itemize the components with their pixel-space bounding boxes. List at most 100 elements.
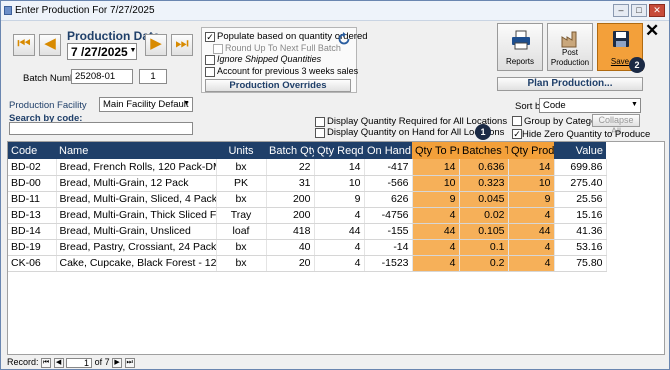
last-record-icon[interactable]: ⏭ [124,357,135,368]
last-day-button[interactable]: ⏭ [171,34,193,56]
first-record-icon[interactable]: ⏮ [41,357,52,368]
populate-checkbox[interactable]: ✓ [205,32,215,42]
display-qty-on-hand-checkbox[interactable] [315,128,325,138]
current-record-field[interactable]: 1 [66,357,93,368]
table-row[interactable]: CK-06Cake, Cupcake, Black Forest - 12 Pa… [8,255,607,272]
cell-value: 41.36 [554,223,607,240]
sort-dropdown-icon[interactable]: ▼ [631,101,638,108]
grid-header-row: Code Name Units Batch Qty Qty Reqd On Ha… [8,142,606,159]
cell-batches-to-produce[interactable]: 0.045 [459,191,509,208]
previous-record-icon[interactable]: ◀ [53,357,64,368]
round-up-checkbox[interactable] [213,44,223,54]
maximize-window-button[interactable]: □ [631,4,647,17]
facility-dropdown-icon[interactable]: ▼ [183,100,190,107]
cell-qty-produced[interactable]: 4 [508,239,555,256]
table-row[interactable]: BD-11 Bread, Multi-Grain, Sliced, 4 Pack b… [8,191,607,208]
column-header-code[interactable]: Code [8,142,56,159]
batch-number-field[interactable]: 25208-01 [71,69,133,84]
cell-batches-to-produce[interactable]: 0.636 [459,159,509,176]
cell-name: Bread, Multi-Grain, Unsliced [56,223,217,240]
cell-qty-produced[interactable]: 4 [508,255,555,272]
cell-qty-to-produce[interactable]: 4 [412,207,460,224]
cell-batches-to-produce[interactable]: 0.323 [459,175,509,192]
next-record-icon[interactable]: ▶ [112,357,123,368]
enter-production-window: Enter Production For 7/27/2025 – □ ✕ ⏮ ◀… [0,0,670,370]
display-qty-required-checkbox[interactable] [315,117,325,127]
close-window-button[interactable]: ✕ [649,4,665,17]
production-label: Production [550,58,590,67]
cell-qty-to-produce[interactable]: 4 [412,255,460,272]
cell-qty-to-produce[interactable]: 9 [412,191,460,208]
column-header-name[interactable]: Name [56,142,216,159]
column-header-value[interactable]: Value [554,142,606,159]
column-header-qty-to-produce[interactable]: Qty To Pr... [412,142,459,159]
cell-batch-qty: 40 [266,239,315,256]
close-icon[interactable]: ✕ [645,21,659,41]
post-production-button[interactable]: Post Production [547,23,593,71]
production-overrides-button[interactable]: Production Overrides [205,79,351,92]
column-header-batches-to-produce[interactable]: Batches T... [459,142,508,159]
table-row[interactable]: BD-00 Bread, Multi-Grain, 12 Pack PK 31 10 -5… [8,175,607,192]
cell-on-hand: -566 [364,175,413,192]
title-bar: Enter Production For 7/27/2025 – □ ✕ [1,1,669,21]
factory-icon [561,31,577,48]
table-row[interactable]: BD-02 Bread, French Rolls, 120 Pack-DM bx 2… [8,159,607,176]
cell-value: 275.40 [554,175,607,192]
cell-qty-produced[interactable]: 4 [508,207,555,224]
first-day-button[interactable]: ⏮ [13,34,35,56]
cell-qty-to-produce[interactable]: 4 [412,239,460,256]
cell-on-hand: 626 [364,191,413,208]
production-facility-select[interactable]: Main Facility Default [99,97,193,112]
record-navigator: Record: ⏮ ◀ 1 of 7 ▶ ⏭ [7,357,135,369]
cell-qty-to-produce[interactable]: 14 [412,159,460,176]
column-header-qty-produced[interactable]: Qty Prod... [508,142,554,159]
search-by-code-input[interactable] [9,122,193,135]
window-title: Enter Production For 7/27/2025 [15,5,155,16]
cell-batch-qty: 20 [266,255,315,272]
column-header-on-hand[interactable]: On Hand [364,142,412,159]
column-header-units[interactable]: Units [216,142,266,159]
hide-zero-checkbox[interactable]: ✓ [512,129,522,139]
cell-units: PK [216,175,267,192]
previous-day-button[interactable]: ◀ [39,34,61,56]
table-row[interactable]: BD-14 Bread, Multi-Grain, Unsliced loaf 418… [8,223,607,240]
cell-qty-reqd: 4 [314,255,365,272]
cell-code: BD-13 [8,207,57,224]
collapse-all-button[interactable]: Collapse All [592,114,640,136]
cell-batches-to-produce[interactable]: 0.02 [459,207,509,224]
column-header-batch-qty[interactable]: Batch Qty [266,142,314,159]
column-header-qty-reqd[interactable]: Qty Reqd [314,142,364,159]
printer-icon [512,30,530,50]
cell-value: 15.16 [554,207,607,224]
cell-name: Bread, French Rolls, 120 Pack-DM [56,159,217,176]
reports-label: Reports [505,57,534,66]
cell-batches-to-produce[interactable]: 0.105 [459,223,509,240]
table-row[interactable]: BD-13Bread, Multi-Grain, Thick Sliced Fr… [8,207,607,224]
cell-qty-to-produce[interactable]: 44 [412,223,460,240]
cell-on-hand: -14 [364,239,413,256]
reports-button[interactable]: Reports [497,23,543,71]
production-date-field[interactable]: 7 /27/2025 [67,43,137,60]
cell-qty-produced[interactable]: 44 [508,223,555,240]
cell-qty-to-produce[interactable]: 10 [412,175,460,192]
refresh-icon[interactable] [337,32,351,46]
cell-name: Bread, Multi-Grain, Sliced, 4 Pack [56,191,217,208]
table-row[interactable]: BD-19 Bread, Pastry, Crossiant, 24 Pack bx… [8,239,607,256]
post-label: Post [561,48,578,57]
cell-on-hand: -417 [364,159,413,176]
account-previous-checkbox[interactable] [205,67,215,77]
cell-qty-produced[interactable]: 14 [508,159,555,176]
callout-badge-1: 1 [475,124,491,140]
cell-qty-produced[interactable]: 10 [508,175,555,192]
cell-qty-produced[interactable]: 9 [508,191,555,208]
next-day-button[interactable]: ▶ [145,34,167,56]
ignore-shipped-checkbox[interactable] [205,55,215,65]
minimize-window-button[interactable]: – [613,4,629,17]
cell-batches-to-produce[interactable]: 0.1 [459,239,509,256]
date-dropdown-icon[interactable]: ▼ [129,44,137,59]
batch-sequence-field[interactable]: 1 [139,69,167,84]
sort-by-select[interactable]: Code [539,98,641,113]
plan-production-button[interactable]: Plan Production... [497,77,643,91]
cell-batches-to-produce[interactable]: 0.2 [459,255,509,272]
group-by-category-checkbox[interactable] [512,116,522,126]
